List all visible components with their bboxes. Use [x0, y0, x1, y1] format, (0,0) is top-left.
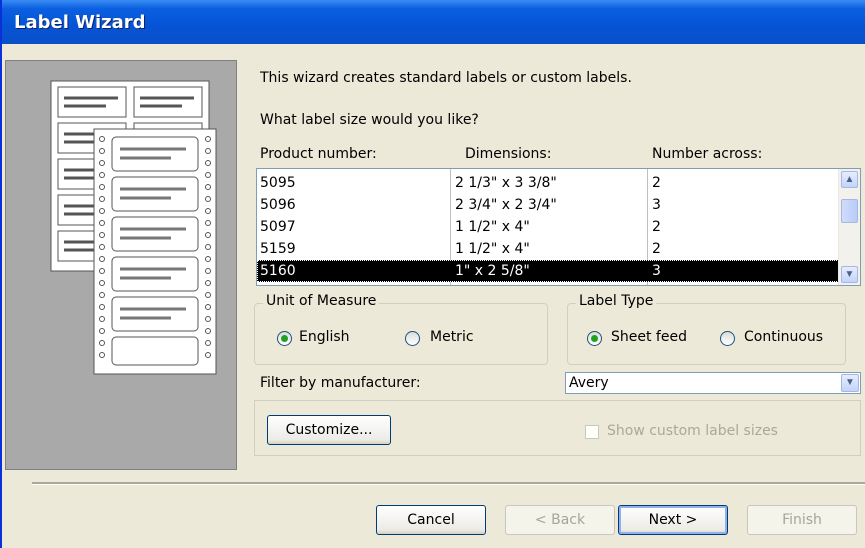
unit-of-measure-title: Unit of Measure [263, 293, 380, 309]
list-item[interactable]: 5096 2 3/4" x 2 3/4" 3 [257, 194, 839, 216]
continuous-radio[interactable] [720, 331, 735, 346]
label-type-title: Label Type [576, 293, 657, 309]
dimensions: 1 1/2" x 4" [455, 219, 530, 235]
english-radio[interactable] [277, 331, 292, 346]
manufacturer-select[interactable]: Avery ▼ [565, 372, 861, 394]
customize-button[interactable]: Customize... [267, 415, 391, 445]
product-number: 5096 [260, 197, 296, 213]
intro-text: This wizard creates standard labels or c… [260, 70, 632, 86]
header-product-number: Product number: [260, 146, 377, 162]
dimensions: 1" x 2 5/8" [455, 263, 530, 279]
title-bar[interactable]: Label Wizard [2, 0, 865, 44]
next-button[interactable]: Next > [618, 505, 728, 535]
dimensions: 2 1/3" x 3 3/8" [455, 175, 557, 191]
cancel-button[interactable]: Cancel [376, 505, 486, 535]
size-question: What label size would you like? [260, 112, 479, 128]
label-wizard-window: Label Wizard This wizard creates standar… [0, 0, 865, 548]
product-number: 5097 [260, 219, 296, 235]
window-title: Label Wizard [14, 12, 146, 33]
number-across: 2 [652, 219, 661, 235]
dimensions: 2 3/4" x 2 3/4" [455, 197, 557, 213]
label-sheets-icon [50, 80, 217, 375]
number-across: 2 [652, 175, 661, 191]
label-type-group: Label Type Sheet feed Continuous [567, 293, 846, 365]
list-item[interactable]: 5095 2 1/3" x 3 3/8" 2 [257, 172, 839, 194]
header-number-across: Number across: [652, 146, 763, 162]
list-scrollbar[interactable]: ▲ ▼ [838, 169, 860, 285]
manufacturer-value: Avery [569, 375, 609, 391]
list-item[interactable]: 5097 1 1/2" x 4" 2 [257, 216, 839, 238]
labels-illustration [5, 60, 237, 470]
finish-button[interactable]: Finish [747, 505, 857, 535]
divider [32, 482, 865, 485]
dimensions: 1 1/2" x 4" [455, 241, 530, 257]
continuous-label[interactable]: Continuous [744, 329, 823, 345]
number-across: 3 [652, 197, 661, 213]
filter-label: Filter by manufacturer: [260, 375, 421, 391]
header-dimensions: Dimensions: [465, 146, 552, 162]
list-item-selected[interactable]: 5160 1" x 2 5/8" 3 [257, 260, 839, 282]
unit-of-measure-group: Unit of Measure English Metric [254, 293, 548, 365]
product-number: 5159 [260, 241, 296, 257]
label-size-list[interactable]: 5095 2 1/3" x 3 3/8" 2 5096 2 3/4" x 2 3… [256, 168, 861, 286]
show-custom-sizes-checkbox[interactable] [585, 425, 599, 439]
list-item[interactable]: 5159 1 1/2" x 4" 2 [257, 238, 839, 260]
show-custom-sizes-label[interactable]: Show custom label sizes [607, 423, 778, 439]
scroll-thumb[interactable] [841, 199, 858, 223]
metric-radio[interactable] [405, 331, 420, 346]
product-number: 5160 [260, 263, 296, 279]
back-button[interactable]: < Back [505, 505, 615, 535]
number-across: 2 [652, 241, 661, 257]
customize-panel: Customize... Show custom label sizes [254, 400, 861, 456]
chevron-down-icon[interactable]: ▼ [841, 374, 859, 392]
scroll-up-icon[interactable]: ▲ [841, 171, 858, 188]
number-across: 3 [652, 263, 661, 279]
english-label[interactable]: English [299, 329, 350, 345]
sheet-feed-label[interactable]: Sheet feed [611, 329, 687, 345]
scroll-down-icon[interactable]: ▼ [841, 266, 858, 283]
metric-label[interactable]: Metric [430, 329, 474, 345]
sheet-feed-radio[interactable] [587, 331, 602, 346]
product-number: 5095 [260, 175, 296, 191]
